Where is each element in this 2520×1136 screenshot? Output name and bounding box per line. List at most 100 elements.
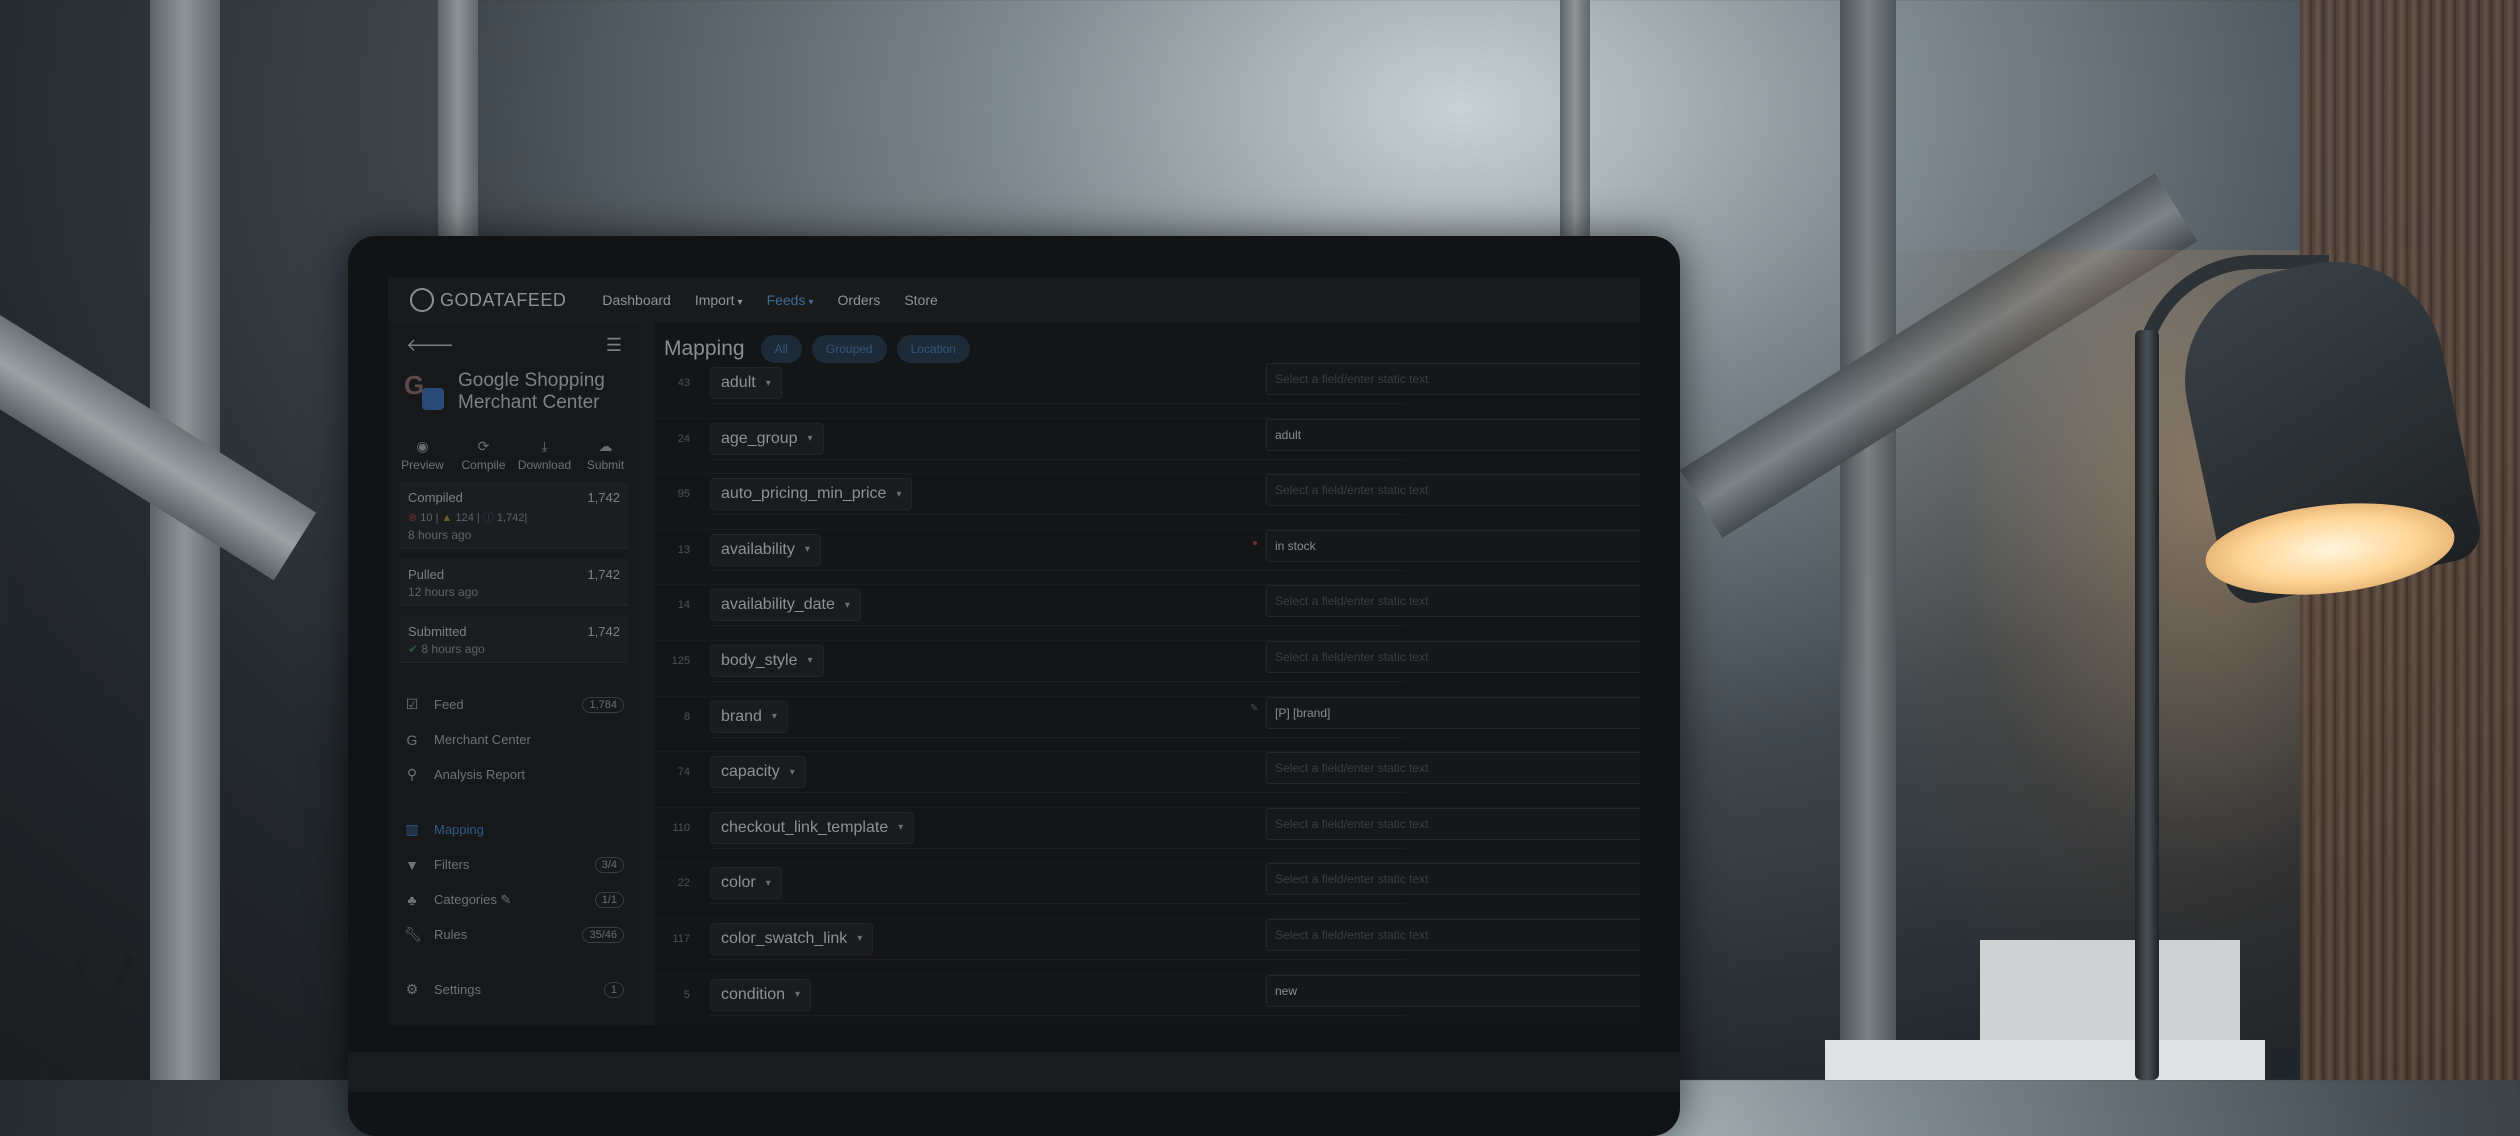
download-icon: ⤓: [541, 438, 548, 454]
field-selector[interactable]: color ▾: [710, 867, 782, 900]
app-logo[interactable]: GODATAFEED: [410, 288, 566, 312]
field-selector[interactable]: availability_date ▾: [710, 589, 861, 622]
field-id: 13: [677, 543, 690, 556]
row-connector-line: [710, 903, 1405, 905]
nav-dashboard[interactable]: Dashboard: [602, 292, 671, 308]
field-id: 125: [671, 654, 690, 667]
field-id: 110: [672, 821, 690, 834]
value-input[interactable]: Select a field/enter static text: [1266, 752, 1640, 785]
mapping-row: 125 body_style ▾ Select a field/enter stati…: [654, 640, 1640, 697]
value-input[interactable]: Select a field/enter static text: [1266, 585, 1640, 618]
field-id: 43: [677, 377, 690, 389]
value-input[interactable]: Select a field/enter static text: [1266, 363, 1640, 395]
value-input[interactable]: Select a field/enter static text: [1266, 918, 1640, 951]
caret-down-icon: ▾: [789, 766, 795, 778]
value-input[interactable]: [P] [brand]: [1266, 696, 1640, 729]
sidebar-item-mapping[interactable]: ▥ Mapping: [388, 812, 640, 847]
logo-text: GODATAFEED: [440, 289, 567, 310]
nav-feeds[interactable]: Feeds ▾: [767, 292, 814, 308]
link-icon: ✎: [1250, 702, 1259, 714]
warning-icon: ▲: [441, 512, 453, 524]
filter-all-button[interactable]: All: [760, 335, 802, 363]
submit-button[interactable]: ☁ Submit: [576, 438, 636, 472]
row-connector-line: [710, 458, 1405, 460]
field-selector[interactable]: body_style ▾: [710, 644, 824, 677]
back-arrow-icon[interactable]: 🡐: [406, 335, 454, 356]
feed-count-badge: 1,784: [582, 696, 624, 713]
row-connector-line: [710, 847, 1405, 849]
nav-store[interactable]: Store: [904, 292, 937, 308]
value-input[interactable]: new: [1266, 974, 1640, 1007]
value-input[interactable]: Select a field/enter static text: [1266, 807, 1640, 840]
mapping-row: 117 color_swatch_link ▾ Select a field/ente…: [654, 918, 1640, 975]
caret-down-icon: ▾: [807, 655, 813, 667]
value-input[interactable]: Select a field/enter static text: [1266, 474, 1640, 507]
field-selector[interactable]: checkout_link_template ▾: [710, 811, 915, 844]
sidebar-item-analysis-report[interactable]: ⚲ Analysis Report: [388, 757, 640, 792]
caret-down-icon: ▾: [804, 544, 810, 556]
background-beam: [438, 0, 478, 240]
app-screen: GODATAFEED Dashboard Import ▾ Feeds ▾ Orde…: [388, 277, 1640, 1025]
hamburger-menu-icon[interactable]: ☰: [606, 335, 622, 356]
compile-button[interactable]: ⟳ Compile: [454, 438, 514, 472]
status-pulled[interactable]: Pulled 1,742 12 hours ago: [400, 559, 628, 606]
field-selector[interactable]: availability ▾: [710, 533, 821, 566]
row-connector-line: [710, 792, 1405, 794]
nav-orders[interactable]: Orders: [838, 292, 881, 308]
rules-count-badge: 35/46: [582, 926, 624, 943]
sidebar-menu: ☑ Feed 1,784 G Merchant Center ⚲ Analysis R…: [388, 687, 640, 1007]
download-button[interactable]: ⤓ Download: [515, 438, 575, 472]
row-connector-line: [710, 625, 1405, 627]
field-selector[interactable]: capacity ▾: [710, 756, 806, 789]
row-connector-line: [710, 569, 1405, 571]
value-input[interactable]: in stock: [1266, 529, 1640, 562]
field-selector[interactable]: auto_pricing_min_price ▾: [710, 478, 913, 511]
caret-down-icon: ▾: [765, 877, 771, 889]
sidebar: 🡐 ☰ G Google Shopping Merchant Center ◉ P…: [388, 323, 640, 1025]
sidebar-item-categories[interactable]: ♣ Categories ✎ 1/1: [388, 882, 640, 917]
monitor-stand: [348, 1052, 1680, 1092]
filter-grouped-button[interactable]: Grouped: [811, 335, 887, 363]
sidebar-item-settings[interactable]: ⚙ Settings 1: [388, 972, 640, 1007]
sidebar-item-filters[interactable]: ▼ Filters 3/4: [388, 847, 640, 882]
value-input[interactable]: Select a field/enter static text: [1266, 640, 1640, 673]
mapping-row: 14 availability_date ▾ Select a field/enter…: [654, 585, 1640, 641]
field-selector[interactable]: color_swatch_link ▾: [710, 922, 874, 955]
filter-icon: ▼: [405, 856, 419, 873]
preview-button[interactable]: ◉ Preview: [393, 438, 453, 472]
info-icon: ⓘ: [482, 512, 494, 524]
mapping-row: 22 color ▾ Select a field/enter static text: [654, 863, 1640, 919]
menu-separator: [388, 792, 640, 812]
caret-down-icon: ▾: [844, 599, 850, 611]
caret-down-icon: ▾: [896, 488, 902, 500]
page-title: Mapping: [664, 337, 745, 360]
value-input[interactable]: adult: [1266, 418, 1640, 451]
sidebar-scrollbar[interactable]: [640, 323, 654, 1025]
field-selector[interactable]: brand ▾: [710, 700, 788, 733]
nav-import[interactable]: Import ▾: [695, 292, 743, 308]
logo-icon: [410, 288, 434, 312]
categories-count-badge: 1/1: [594, 891, 624, 908]
background-beam: [1560, 0, 1590, 240]
desk-lamp-pole: [2135, 330, 2159, 1080]
sidebar-item-feed[interactable]: ☑ Feed 1,784: [388, 687, 640, 722]
field-selector[interactable]: adult ▾: [710, 367, 782, 399]
row-connector-line: [710, 403, 1405, 404]
menu-separator: [388, 952, 640, 972]
field-selector[interactable]: age_group ▾: [710, 422, 824, 455]
sidebar-item-merchant-center[interactable]: G Merchant Center: [388, 722, 640, 757]
feed-title: Google Shopping Merchant Center: [458, 370, 605, 413]
refresh-icon: ⟳: [477, 438, 490, 454]
sidebar-item-rules[interactable]: 🔧︎ Rules 35/46: [388, 917, 640, 952]
field-id: 95: [677, 488, 690, 501]
filters-count-badge: 3/4: [594, 856, 624, 873]
field-selector[interactable]: condition ▾: [710, 978, 812, 1011]
error-icon: ⊗: [408, 512, 418, 524]
filter-location-button[interactable]: Location: [896, 335, 970, 363]
status-compiled[interactable]: Compiled 1,742 ⊗ 10 | ▲ 124 | ⓘ 1,742| 8 …: [400, 482, 628, 549]
mapping-row: 8 brand ▾ ✎ [P] [brand]: [654, 696, 1640, 753]
value-input[interactable]: Select a field/enter static text: [1266, 863, 1640, 896]
row-connector-line: [710, 736, 1405, 738]
status-submitted[interactable]: Submitted 1,742 ✔ 8 hours ago: [400, 616, 628, 663]
caret-down-icon: ▾: [737, 297, 743, 308]
